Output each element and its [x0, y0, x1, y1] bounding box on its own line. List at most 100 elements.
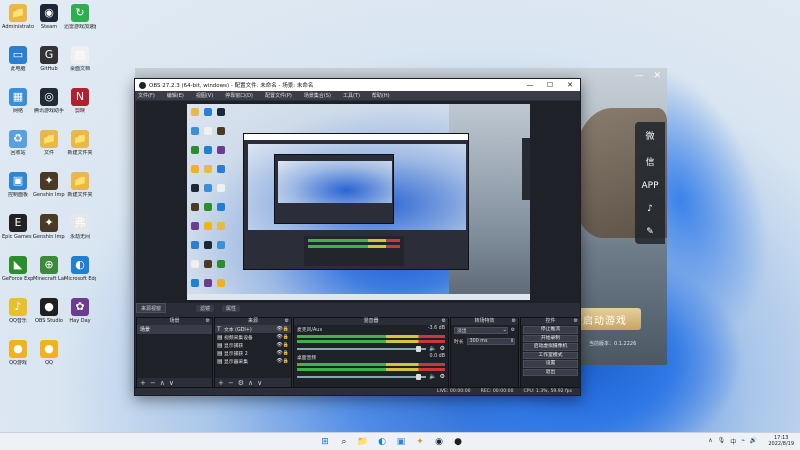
visibility-lock-icons[interactable]: 👁🔒: [275, 334, 289, 340]
gear-icon[interactable]: ⚙: [440, 373, 445, 380]
scene-item[interactable]: 场景: [137, 325, 212, 334]
tray-icon[interactable]: ⌁: [741, 437, 745, 446]
transition-type-select[interactable]: 淡出 ⌄: [454, 327, 508, 334]
control-button[interactable]: 停止推流: [523, 326, 578, 334]
source-footer-button[interactable]: ∨: [257, 379, 262, 387]
control-button[interactable]: 开始录制: [523, 334, 578, 342]
panel-settings-icon[interactable]: ⚙: [512, 318, 516, 325]
filters-button[interactable]: 滤镜: [196, 304, 215, 312]
menu-item[interactable]: 场景集合(S): [304, 92, 331, 99]
maximize-button[interactable]: ☐: [540, 81, 560, 89]
panel-settings-icon[interactable]: ⚙: [206, 318, 210, 325]
obs-titlebar[interactable]: OBS 27.2.3 (64-bit, windows) - 配置文件: 未命名…: [135, 79, 580, 91]
search-icon[interactable]: ⌕: [337, 435, 351, 449]
menu-item[interactable]: 工具(T): [343, 92, 360, 99]
source-footer-button[interactable]: +: [218, 379, 224, 387]
speaker-icon[interactable]: 🔈: [429, 345, 436, 352]
menu-item[interactable]: 帮助(H): [372, 92, 390, 99]
desktop-icon[interactable]: ⊕ Minecraft Launcher: [33, 256, 65, 282]
source-item[interactable]: ▤ 视频采集设备 👁🔒: [215, 333, 291, 341]
desktop-icon[interactable]: ▣ 控制面板: [2, 172, 34, 198]
launcher-rail-item[interactable]: APP: [641, 181, 658, 191]
source-footer-button[interactable]: ⚙: [238, 379, 244, 387]
stepper-icon[interactable]: ⇕: [510, 339, 514, 344]
desktop-icon[interactable]: ♪ QQ音乐: [2, 298, 34, 324]
launcher-rail-item[interactable]: ✎: [646, 227, 654, 237]
desktop-icon[interactable]: ◉ Steam: [33, 4, 65, 30]
obs-icon[interactable]: ●: [451, 435, 465, 449]
source-item[interactable]: T 文本 (GDI+) 👁🔒: [215, 325, 291, 333]
scene-footer-button[interactable]: ∨: [169, 379, 174, 387]
control-button[interactable]: 设置: [523, 360, 578, 368]
genshin-icon[interactable]: ✦: [413, 435, 427, 449]
slider-knob[interactable]: [415, 373, 421, 380]
volume-slider[interactable]: [297, 373, 427, 380]
source-item[interactable]: ▤ 显示器采集 👁🔒: [215, 357, 291, 365]
menu-item[interactable]: 配置文件(P): [265, 92, 292, 99]
source-footer-button[interactable]: −: [228, 379, 234, 387]
desktop-icon[interactable]: N 剪映: [64, 88, 96, 114]
desktop-icon[interactable]: 📁 文件: [33, 130, 65, 156]
gear-icon[interactable]: ⚙: [511, 328, 515, 333]
desktop-icon[interactable]: ◣ GeForce Experience: [2, 256, 34, 282]
source-item[interactable]: ▤ 显示捕获 👁🔒: [215, 341, 291, 349]
desktop-icon[interactable]: ● QQ: [33, 340, 65, 366]
tray-icon[interactable]: 🔊: [750, 437, 757, 446]
menu-item[interactable]: 停靠窗口(D): [225, 92, 253, 99]
launcher-rail-item[interactable]: 信: [645, 155, 654, 168]
panel-settings-icon[interactable]: ⚙: [285, 318, 289, 325]
scene-footer-button[interactable]: ∧: [160, 379, 165, 387]
desktop-icon[interactable]: ↻ 迅雷游戏加速器: [64, 4, 96, 30]
visibility-lock-icons[interactable]: 👁🔒: [275, 358, 289, 364]
menu-item[interactable]: 视图(V): [196, 92, 213, 99]
store-icon[interactable]: ▣: [394, 435, 408, 449]
properties-button[interactable]: 属性: [222, 304, 241, 312]
close-button[interactable]: ✕: [560, 81, 580, 89]
source-footer-button[interactable]: ∧: [248, 379, 253, 387]
tray-icon[interactable]: ∧: [708, 437, 712, 446]
minimize-button[interactable]: —: [520, 81, 540, 89]
scene-footer-button[interactable]: +: [140, 379, 146, 387]
desktop-icon[interactable]: ● QQ游戏: [2, 340, 34, 366]
desktop-icon[interactable]: ✿ Hay Day: [64, 298, 96, 324]
desktop-icon[interactable]: ◎ 腾讯游戏助手: [33, 88, 65, 114]
desktop-icon[interactable]: 📁 新建文件夹: [64, 130, 96, 156]
tray-icon[interactable]: 🎙: [718, 437, 726, 446]
visibility-lock-icons[interactable]: 👁🔒: [275, 342, 289, 348]
scene-footer-button[interactable]: −: [150, 379, 156, 387]
edge-icon[interactable]: ◐: [375, 435, 389, 449]
menu-item[interactable]: 编辑(E): [167, 92, 184, 99]
desktop-icon[interactable]: 📁 Administrato: [2, 4, 34, 30]
desktop-icon[interactable]: ✦ Genshin Impact: [33, 214, 65, 240]
control-button[interactable]: 启动虚拟摄像机: [523, 343, 578, 351]
desktop-icon[interactable]: ✦ Genshin Impact: [33, 172, 65, 198]
obs-window[interactable]: OBS 27.2.3 (64-bit, windows) - 配置文件: 未命名…: [134, 78, 581, 396]
desktop-icon[interactable]: ▭ 此电脑: [2, 46, 34, 72]
visibility-lock-icons[interactable]: 👁🔒: [275, 350, 289, 356]
panel-settings-icon[interactable]: ⚙: [574, 318, 578, 325]
tab-source-window[interactable]: 来源视窗: [136, 303, 167, 313]
clock[interactable]: 17:13 2022/8/19: [768, 435, 794, 447]
source-item[interactable]: ▤ 显示捕获 2 👁🔒: [215, 349, 291, 357]
control-button[interactable]: 工作室模式: [523, 351, 578, 359]
desktop-icon[interactable]: ▦ 网络: [2, 88, 34, 114]
launcher-rail-item[interactable]: ♪: [647, 204, 653, 214]
start-icon[interactable]: ⊞: [318, 435, 332, 449]
close-icon[interactable]: ✕: [653, 71, 661, 81]
desktop-icon[interactable]: 📁 新建文件夹: [64, 172, 96, 198]
slider-knob[interactable]: [415, 345, 421, 352]
steam-icon[interactable]: ◉: [432, 435, 446, 449]
desktop-icon[interactable]: G GitHub: [33, 46, 65, 72]
desktop-icon[interactable]: 弗永劫无间: [64, 214, 96, 240]
obs-preview-area[interactable]: [136, 101, 580, 303]
desktop-icon[interactable]: ▤ 桌面文档: [64, 46, 96, 72]
launcher-rail-item[interactable]: 微: [645, 129, 654, 142]
tray-icon[interactable]: 中: [730, 437, 736, 446]
desktop-icon[interactable]: ♻ 回收站: [2, 130, 34, 156]
volume-slider[interactable]: [297, 345, 427, 352]
minimize-icon[interactable]: —: [634, 71, 643, 81]
transition-duration-input[interactable]: 300 ms ⇕: [466, 338, 515, 345]
menu-item[interactable]: 文件(F): [138, 92, 155, 99]
speaker-icon[interactable]: 🔈: [429, 373, 436, 380]
desktop-icon[interactable]: ● OBS Studio: [33, 298, 65, 324]
